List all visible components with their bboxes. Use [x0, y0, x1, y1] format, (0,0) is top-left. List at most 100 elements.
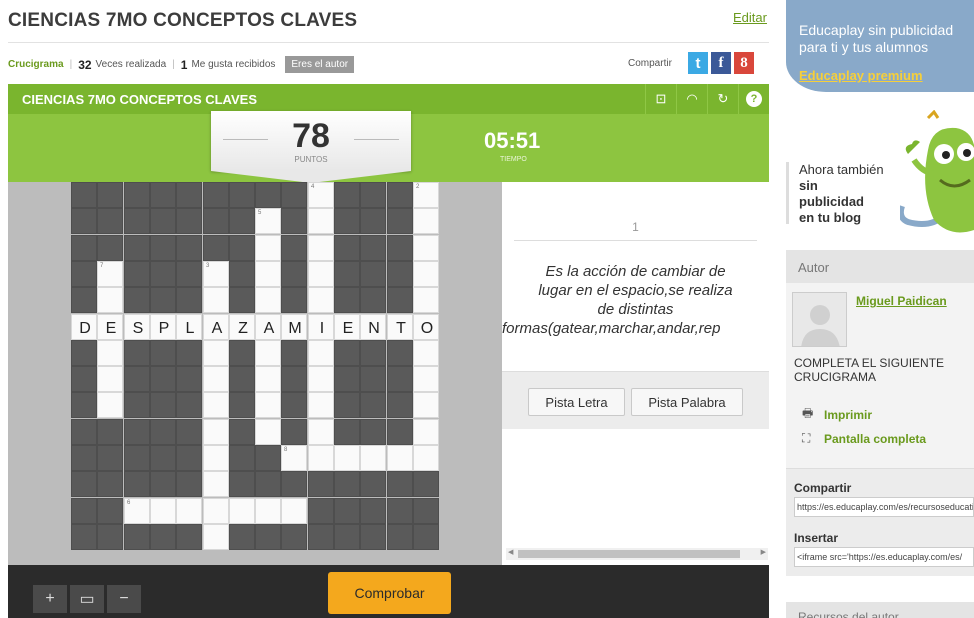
crossword-cell[interactable] [413, 235, 439, 261]
crossword-block [229, 419, 255, 445]
crossword-cell[interactable] [413, 419, 439, 445]
crossword-cell[interactable]: 7 [97, 261, 123, 287]
crossword-cell[interactable] [255, 392, 281, 418]
crossword-cell[interactable] [203, 471, 229, 497]
crossword-cell[interactable] [203, 419, 229, 445]
crossword-block [255, 445, 281, 471]
crossword-cell[interactable]: 3 [203, 261, 229, 287]
crossword-cell[interactable]: S [124, 314, 150, 340]
crossword-cell[interactable]: E [334, 314, 360, 340]
crossword-cell[interactable] [413, 340, 439, 366]
crossword-cell[interactable] [203, 392, 229, 418]
crossword-cell[interactable] [308, 340, 334, 366]
crossword-cell[interactable] [97, 287, 123, 313]
grid-icon[interactable]: ⊡ [645, 84, 676, 114]
crossword-cell[interactable] [203, 366, 229, 392]
avatar[interactable] [792, 292, 847, 347]
clue-scrollbar[interactable]: ◀ ▶ [506, 548, 768, 560]
crossword-cell[interactable]: 4 [308, 182, 334, 208]
crossword-cell[interactable] [229, 498, 255, 524]
help-icon[interactable]: ? [738, 84, 769, 114]
crossword-block [281, 366, 307, 392]
crossword-cell[interactable] [413, 392, 439, 418]
refresh-icon[interactable]: ↻ [707, 84, 738, 114]
crossword-cell[interactable]: M [281, 314, 307, 340]
crossword-cell[interactable] [255, 498, 281, 524]
zoom-in-button[interactable]: + [33, 585, 67, 613]
crossword-block [360, 419, 386, 445]
crossword-cell[interactable] [176, 498, 202, 524]
crossword-cell[interactable]: Z [229, 314, 255, 340]
crossword-cell[interactable] [308, 419, 334, 445]
crossword-cell[interactable] [308, 287, 334, 313]
crossword-cell[interactable]: A [255, 314, 281, 340]
crossword-cell[interactable]: L [176, 314, 202, 340]
crossword-cell[interactable] [360, 445, 386, 471]
crossword-cell[interactable] [308, 392, 334, 418]
crossword-cell[interactable]: E [97, 314, 123, 340]
headphones-icon[interactable]: ◠ [676, 84, 707, 114]
crossword-block [150, 340, 176, 366]
author-name-link[interactable]: Miguel Paidican [856, 294, 947, 308]
crossword-cell[interactable] [150, 498, 176, 524]
crossword-cell[interactable]: T [387, 314, 413, 340]
crossword-cell[interactable]: P [150, 314, 176, 340]
crossword-cell[interactable] [203, 524, 229, 550]
crossword-cell[interactable] [255, 235, 281, 261]
crossword-cell[interactable] [308, 445, 334, 471]
crossword-cell[interactable] [203, 340, 229, 366]
crossword-cell[interactable] [308, 366, 334, 392]
crossword-cell[interactable]: 8 [281, 445, 307, 471]
crossword-cell[interactable]: N [360, 314, 386, 340]
crossword-cell[interactable] [255, 366, 281, 392]
crossword-cell[interactable] [413, 366, 439, 392]
hint-letter-button[interactable]: Pista Letra [528, 388, 625, 416]
crossword-cell[interactable]: I [308, 314, 334, 340]
crossword-cell[interactable]: O [413, 314, 439, 340]
crossword-cell[interactable] [308, 208, 334, 234]
crossword-cell[interactable] [203, 287, 229, 313]
crossword-cell[interactable] [255, 340, 281, 366]
share-url-field[interactable]: https://es.educaplay.com/es/recursoseduc… [794, 497, 974, 517]
crossword-cell[interactable] [413, 287, 439, 313]
crossword-cell[interactable] [255, 287, 281, 313]
crossword-cell[interactable] [413, 261, 439, 287]
crossword-cell[interactable] [97, 340, 123, 366]
edit-link[interactable]: Editar [733, 10, 767, 25]
crossword-block [334, 419, 360, 445]
crossword-cell[interactable]: 2 [413, 182, 439, 208]
crossword-cell[interactable] [255, 419, 281, 445]
scroll-left-icon[interactable]: ◀ [508, 548, 513, 556]
crossword-cell[interactable] [203, 498, 229, 524]
twitter-icon[interactable]: t [688, 52, 708, 74]
crossword-cell[interactable] [203, 445, 229, 471]
crossword-cell[interactable] [387, 445, 413, 471]
crossword-cell[interactable]: 5 [255, 208, 281, 234]
hint-word-button[interactable]: Pista Palabra [631, 388, 743, 416]
google-plus-icon[interactable]: 8 [734, 52, 754, 74]
crossword-block [71, 498, 97, 524]
crossword-cell[interactable] [308, 235, 334, 261]
crossword-cell[interactable] [281, 498, 307, 524]
activity-type-link[interactable]: Crucigrama [8, 59, 64, 70]
fullscreen-action[interactable]: ⛶ Pantalla completa [802, 431, 926, 446]
crossword-cell[interactable] [334, 445, 360, 471]
embed-code-field[interactable]: <iframe src='https://es.educaplay.com/es… [794, 547, 974, 567]
scroll-right-icon[interactable]: ▶ [761, 548, 766, 556]
zoom-out-button[interactable]: − [107, 585, 141, 613]
crossword-cell[interactable]: A [203, 314, 229, 340]
crossword-cell[interactable] [413, 208, 439, 234]
facebook-icon[interactable]: f [711, 52, 731, 74]
crossword-cell[interactable]: D [71, 314, 97, 340]
crossword-cell[interactable] [413, 445, 439, 471]
crossword-cell[interactable] [308, 261, 334, 287]
check-button[interactable]: Comprobar [328, 572, 451, 614]
crossword-cell[interactable] [97, 366, 123, 392]
crossword-cell[interactable]: 6 [124, 498, 150, 524]
scrollbar-thumb[interactable] [518, 550, 740, 558]
crossword-cell[interactable] [97, 392, 123, 418]
zoom-fit-button[interactable]: ▭ [70, 585, 104, 613]
print-action[interactable]: 🖶 Imprimir [802, 404, 872, 425]
crossword-cell[interactable] [255, 261, 281, 287]
premium-link[interactable]: Educaplay premium [799, 68, 923, 83]
